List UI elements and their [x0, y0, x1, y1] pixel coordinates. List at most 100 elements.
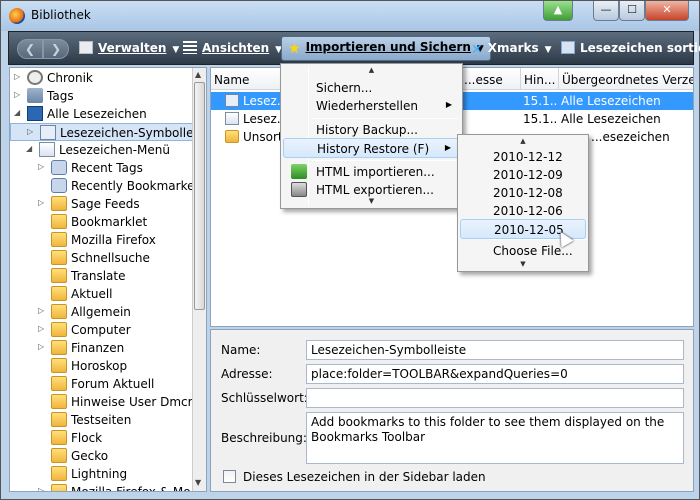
twisty-icon[interactable]: ▷ [38, 342, 48, 352]
tree-item-label: Alle Lesezeichen [47, 107, 147, 121]
twisty-icon[interactable]: ▷ [14, 72, 24, 82]
xmarks-sync-button[interactable]: ▲ [543, 1, 573, 21]
tree-item[interactable]: Testseiten [10, 411, 194, 429]
history-restore-menu-item[interactable]: History Restore (F) ▶ [283, 138, 460, 158]
tree-item-label: Translate [71, 269, 126, 283]
xmarks-menu-button[interactable]: ✕ Xmarks ▼ [471, 41, 552, 58]
scroll-up-icon[interactable]: ▲ [195, 70, 201, 79]
twisty-icon[interactable]: ▷ [38, 486, 48, 491]
tree-item[interactable]: Gecko [10, 447, 194, 465]
twisty-icon[interactable]: ▷ [38, 324, 48, 334]
restore-date-menu-item[interactable]: 2010-12-12 [460, 147, 586, 167]
tree-item[interactable]: ▷ Mozilla Firefox & Mo... [10, 483, 202, 491]
tree-item-label: Horoskop [71, 359, 128, 373]
close-button[interactable]: ✕ [645, 1, 689, 21]
maximize-button[interactable]: ☐ [619, 1, 645, 21]
views-menu-button[interactable]: Ansichten ▼ [183, 41, 282, 55]
tree-item[interactable]: Forum Aktuell [10, 375, 194, 393]
tree-item[interactable]: Aktuell [10, 285, 194, 303]
menu-scroll-down-icon[interactable]: ▼ [281, 197, 462, 205]
scroll-thumb[interactable] [194, 82, 205, 310]
tree-item[interactable]: Lightning [10, 465, 194, 483]
folder-icon [51, 394, 67, 409]
restore-menu-item[interactable]: Wiederherstellen ▶ [283, 96, 460, 116]
restore-date-menu-item[interactable]: 2010-12-08 [460, 183, 586, 203]
column-header-name[interactable]: Name [211, 68, 281, 90]
minimize-button[interactable]: — [593, 1, 619, 21]
folder-icon [51, 340, 67, 355]
history-backup-menu-item[interactable]: History Backup... [283, 120, 460, 140]
submenu-scroll-down-icon[interactable]: ▼ [458, 260, 588, 268]
twisty-icon[interactable]: ▷ [38, 198, 48, 208]
tree-item-label: Mozilla Firefox [71, 233, 156, 247]
twisty-icon[interactable]: ◢ [14, 108, 24, 118]
chevron-down-icon: ▼ [172, 45, 180, 55]
tree-item-label: Hinweise User Dmcrit... [71, 395, 207, 409]
column-header-parent[interactable]: Übergeordnetes Verzei... [559, 68, 693, 90]
folder-icon [51, 304, 67, 319]
tree-item-label: Finanzen [71, 341, 125, 355]
twisty-icon[interactable]: ▷ [38, 306, 48, 316]
tree-item[interactable]: ◢ Lesezeichen-Menü [10, 141, 194, 159]
column-header-address[interactable]: ...esse [461, 68, 521, 90]
forward-button[interactable]: ❯ [43, 39, 69, 59]
folder-icon [51, 322, 67, 337]
tree-item[interactable]: ▷ Chronik [10, 69, 194, 87]
column-header-visits[interactable]: Hin... [521, 68, 559, 90]
twisty-icon[interactable]: ▷ [38, 162, 48, 172]
scroll-down-icon[interactable]: ▼ [195, 478, 201, 487]
tree-item[interactable]: Horoskop [10, 357, 194, 375]
sort-icon [561, 41, 575, 54]
tree-item[interactable]: ▷ Lesezeichen-Symbolleiste [10, 123, 206, 141]
address-label: Adresse: [221, 367, 273, 381]
restore-date-menu-item[interactable]: 2010-12-09 [460, 165, 586, 185]
tree-item[interactable]: Translate [10, 267, 194, 285]
tree-item[interactable]: Bookmarklet [10, 213, 194, 231]
menu-scroll-up-icon[interactable]: ▲ [281, 66, 462, 74]
sort-bookmarks-button[interactable]: Lesezeichen sortieren [561, 41, 700, 55]
twisty-icon[interactable]: ▷ [14, 90, 24, 100]
title-bar[interactable]: Bibliothek ▲ — ☐ ✕ [1, 1, 699, 31]
tree-scrollbar[interactable]: ▲ ▼ [192, 68, 206, 491]
back-button[interactable]: ❮ [17, 39, 43, 59]
folder-icon [51, 412, 67, 427]
tree-item[interactable]: Hinweise User Dmcrit... [10, 393, 206, 411]
sort-label: Lesezeichen sortieren [580, 41, 700, 55]
load-in-sidebar-checkbox[interactable] [223, 470, 236, 483]
html-export-label: HTML exportieren... [316, 183, 434, 197]
row-parent: ...esezeichen [591, 130, 670, 144]
places-tree[interactable]: ▷ Chronik ▷ Tags ◢ Alle Lesezeichen ▷ Lesezeich… [9, 67, 207, 492]
backup-menu-item[interactable]: Sichern... [283, 78, 460, 98]
html-import-menu-item[interactable]: HTML importieren... [283, 162, 460, 182]
tree-item-label: Computer [71, 323, 131, 337]
description-field[interactable]: Add bookmarks to this folder to see them… [306, 412, 684, 464]
tree-item[interactable]: ▷ Sage Feeds [10, 195, 194, 213]
tree-item[interactable]: ◢ Alle Lesezeichen [10, 105, 194, 123]
tree-item[interactable]: Schnellsuche [10, 249, 194, 267]
tree-item-label: Tags [47, 89, 74, 103]
import-backup-menu-button[interactable]: ★ Importieren und Sichern ▼ [281, 36, 491, 61]
document-icon [79, 41, 93, 54]
keyword-field[interactable] [306, 388, 684, 408]
twisty-icon[interactable]: ◢ [26, 144, 36, 154]
tree-item[interactable]: ▷ Tags [10, 87, 194, 105]
tree-item[interactable]: ▷ Allgemein [10, 303, 194, 321]
tree-item[interactable]: Flock [10, 429, 194, 447]
name-field[interactable] [306, 340, 684, 360]
tree-item-label: Aktuell [71, 287, 113, 301]
tree-item[interactable]: ▷ Computer [10, 321, 194, 339]
tree-item[interactable]: Recently Bookmarked [10, 177, 202, 195]
folder-icon [51, 484, 67, 491]
restore-date-menu-item[interactable]: 2010-12-06 [460, 201, 586, 221]
history-restore-submenu: ▲ 2010-12-12 2010-12-09 2010-12-08 2010-12-… [457, 134, 589, 272]
tree-item-label: Lesezeichen-Symbolleiste [60, 126, 207, 140]
tree-item-label: Lightning [71, 467, 128, 481]
manage-menu-button[interactable]: Verwalten ▼ [79, 41, 179, 55]
twisty-icon[interactable]: ▷ [27, 127, 37, 137]
tree-item[interactable]: ▷ Recent Tags [10, 159, 194, 177]
tree-item[interactable]: ▷ Finanzen [10, 339, 194, 357]
submenu-scroll-up-icon[interactable]: ▲ [458, 137, 588, 145]
address-field[interactable] [306, 364, 684, 384]
tree-item[interactable]: Mozilla Firefox [10, 231, 194, 249]
